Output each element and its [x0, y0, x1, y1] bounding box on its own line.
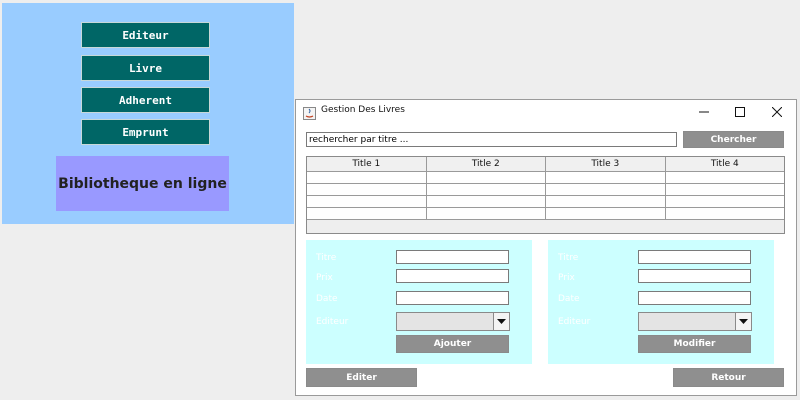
close-button[interactable]: [762, 102, 792, 122]
editeur-select[interactable]: [396, 312, 510, 331]
modifier-button[interactable]: Modifier: [638, 335, 751, 353]
prix-input[interactable]: [396, 269, 509, 283]
column-header[interactable]: Title 1: [307, 157, 427, 172]
table-cell[interactable]: [546, 196, 666, 208]
table-cell[interactable]: [426, 196, 546, 208]
table-cell[interactable]: [665, 172, 784, 184]
edit-book-form: Titre Prix Date Editeur Modifier: [548, 240, 774, 364]
livres-window: Gestion Des Livres Chercher Title 1 Titl…: [295, 99, 797, 396]
column-header[interactable]: Title 2: [426, 157, 546, 172]
add-book-form: Titre Prix Date Editeur Ajouter: [306, 240, 532, 364]
retour-button[interactable]: Retour: [673, 368, 784, 387]
prix-label: Prix: [316, 273, 333, 283]
table-cell[interactable]: [426, 172, 546, 184]
table-row[interactable]: [307, 184, 784, 196]
titre-label: Titre: [316, 253, 337, 263]
home-title: Bibliotheque en ligne: [56, 156, 229, 211]
title-bar[interactable]: Gestion Des Livres: [296, 100, 796, 124]
table-cell[interactable]: [426, 208, 546, 220]
adherent-button[interactable]: Adherent: [81, 87, 210, 113]
window-title: Gestion Des Livres: [321, 105, 405, 115]
editeur-select[interactable]: [638, 312, 752, 331]
prix-label: Prix: [558, 273, 575, 283]
table-cell[interactable]: [665, 184, 784, 196]
search-input[interactable]: [306, 132, 677, 147]
table-row[interactable]: [307, 196, 784, 208]
titre-label: Titre: [558, 253, 579, 263]
minimize-icon: [699, 111, 709, 113]
editeur-label: Editeur: [316, 317, 349, 327]
titre-input[interactable]: [638, 250, 751, 264]
dropdown-arrow-icon[interactable]: [493, 313, 509, 330]
table-header: Title 1 Title 2 Title 3 Title 4: [307, 157, 784, 172]
table-cell[interactable]: [307, 196, 427, 208]
ajouter-button[interactable]: Ajouter: [396, 335, 509, 353]
table-cell[interactable]: [546, 208, 666, 220]
table-cell[interactable]: [665, 196, 784, 208]
java-app-icon: [303, 105, 316, 120]
menu-panel: Editeur Livre Adherent Emprunt Bibliothe…: [2, 3, 294, 224]
date-label: Date: [316, 294, 338, 304]
livre-button[interactable]: Livre: [81, 55, 210, 81]
titre-input[interactable]: [396, 250, 509, 264]
emprunt-button[interactable]: Emprunt: [81, 119, 210, 145]
table-cell[interactable]: [307, 184, 427, 196]
close-icon: [772, 107, 782, 117]
search-button[interactable]: Chercher: [683, 131, 784, 148]
books-table: Title 1 Title 2 Title 3 Title 4: [306, 156, 785, 234]
dropdown-arrow-icon[interactable]: [735, 313, 751, 330]
table-cell[interactable]: [546, 172, 666, 184]
minimize-button[interactable]: [689, 102, 719, 122]
editeur-button[interactable]: Editeur: [81, 22, 210, 48]
table-cell[interactable]: [307, 172, 427, 184]
maximize-icon: [735, 107, 745, 117]
date-input[interactable]: [638, 291, 751, 305]
table-cell[interactable]: [665, 208, 784, 220]
date-label: Date: [558, 294, 580, 304]
prix-input[interactable]: [638, 269, 751, 283]
maximize-button[interactable]: [725, 102, 755, 122]
table-cell[interactable]: [546, 184, 666, 196]
table-cell[interactable]: [307, 208, 427, 220]
editer-button[interactable]: Editer: [306, 368, 417, 387]
table-row[interactable]: [307, 208, 784, 220]
table-cell[interactable]: [426, 184, 546, 196]
column-header[interactable]: Title 3: [546, 157, 666, 172]
editeur-label: Editeur: [558, 317, 591, 327]
column-header[interactable]: Title 4: [665, 157, 784, 172]
date-input[interactable]: [396, 291, 509, 305]
table-row[interactable]: [307, 172, 784, 184]
